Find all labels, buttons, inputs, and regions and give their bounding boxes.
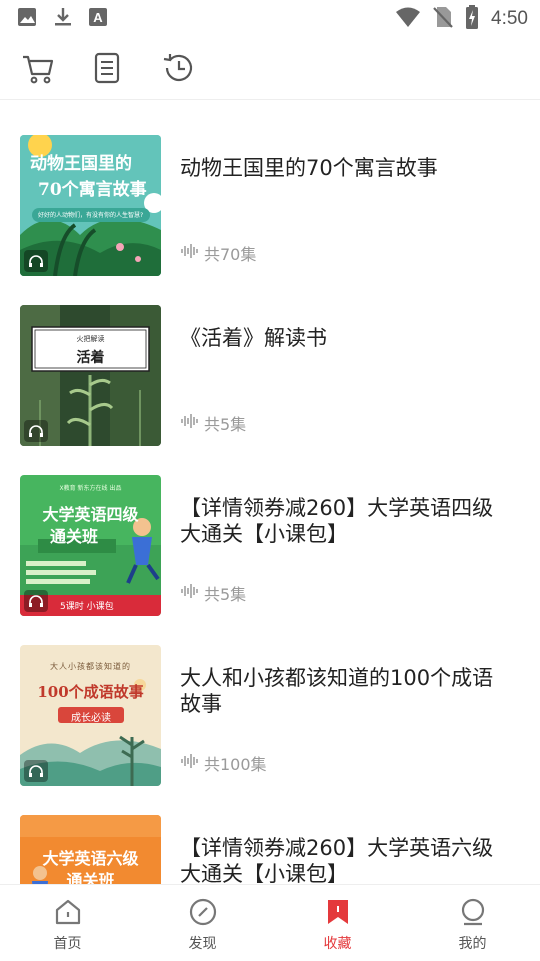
list-item[interactable]: 大人小孩都该知道的 100个成语故事 成长必读 大人和小孩都该知道的100个成语… [0, 645, 540, 815]
wifi-icon [395, 6, 421, 32]
cover-banner: 好好的人动物们，有没有你的人生智慧? [38, 212, 144, 219]
audio-wave-icon [180, 583, 198, 603]
headphone-icon [24, 420, 48, 442]
status-bar: A 4:50 [0, 0, 540, 36]
item-meta: 共5集 [180, 411, 246, 435]
headphone-icon [24, 760, 48, 782]
album-cover: X教育 新东方在线 出品 大学英语四级 通关班 5课时 小课包 [20, 475, 161, 616]
top-toolbar [0, 36, 540, 100]
download-icon [52, 6, 74, 32]
audio-wave-icon [180, 753, 198, 773]
profile-icon [458, 897, 488, 927]
history-icon[interactable] [160, 50, 196, 86]
cover-subheading: 通关班 [49, 527, 98, 546]
list-item[interactable]: X教育 新东方在线 出品 大学英语四级 通关班 5课时 小课包 【详情领券减26… [0, 475, 540, 645]
nav-label: 我的 [458, 936, 487, 952]
notes-icon[interactable] [89, 50, 125, 86]
no-sim-icon [433, 6, 453, 32]
audio-wave-icon [180, 243, 198, 263]
nav-home[interactable]: 首页 [0, 885, 135, 961]
cover-subheading: 70个寓言故事 [38, 180, 147, 200]
nav-favorites[interactable]: 收藏 [270, 885, 405, 961]
episode-count: 共70集 [204, 245, 257, 264]
album-cover: 火把解读 活着 [20, 305, 161, 446]
svg-text:A: A [93, 10, 103, 25]
cover-heading: 动物王国里的 [30, 154, 132, 174]
cover-footer: 5课时 小课包 [60, 602, 114, 612]
text-a-icon: A [88, 7, 108, 31]
item-title: 【详情领券减260】大学英语六级大通关【小课包】 [180, 836, 494, 884]
episode-count: 共5集 [204, 585, 247, 604]
cover-heading: 大学英语四级 [42, 505, 139, 524]
episode-count: 共5集 [204, 415, 247, 434]
album-cover: 动物王国里的 70个寓言故事 好好的人动物们，有没有你的人生智慧? [20, 135, 161, 276]
episode-count: 共100集 [204, 755, 267, 774]
nav-label: 收藏 [323, 936, 352, 952]
cover-subheading: 通关班 [66, 871, 115, 884]
headphone-icon [24, 250, 48, 272]
cover-heading: 活着 [76, 350, 105, 366]
favorites-list: 动物王国里的 70个寓言故事 好好的人动物们，有没有你的人生智慧? 动物王国里的… [0, 100, 540, 884]
nav-label: 发现 [188, 936, 217, 952]
compass-icon [188, 897, 218, 927]
cover-top-label: 大人小孩都该知道的 [50, 662, 131, 671]
cover-heading: 大学英语六级 [42, 849, 139, 868]
list-item[interactable]: 动物王国里的 70个寓言故事 好好的人动物们，有没有你的人生智慧? 动物王国里的… [0, 135, 540, 305]
cover-top-label: X教育 新东方在线 出品 [59, 485, 122, 492]
item-title: 大人和小孩都该知道的100个成语故事 [180, 666, 494, 716]
home-icon [53, 897, 83, 927]
list-item[interactable]: 大学英语六级 通关班 【详情领券减260】大学英语六级大通关【小课包】 [0, 815, 540, 884]
item-meta: 共5集 [180, 581, 246, 605]
item-title: 《活着》解读书 [180, 326, 327, 350]
cover-subheading: 成长必读 [71, 713, 111, 724]
item-meta: 共70集 [180, 241, 256, 265]
audio-wave-icon [180, 413, 198, 433]
headphone-icon [24, 590, 48, 612]
nav-label: 首页 [53, 936, 82, 952]
list-item[interactable]: 火把解读 活着 《活着》解读书 共5集 [0, 305, 540, 475]
item-title: 【详情领券减260】大学英语四级大通关【小课包】 [180, 496, 494, 546]
cover-heading: 100个成语故事 [37, 683, 144, 701]
item-title: 动物王国里的70个寓言故事 [180, 156, 438, 180]
bookmark-icon [323, 897, 353, 927]
nav-discover[interactable]: 发现 [135, 885, 270, 961]
cart-icon[interactable] [20, 50, 56, 86]
bottom-navigation: 首页 发现 收藏 我的 [0, 884, 540, 960]
image-icon [16, 6, 38, 32]
status-time: 4:50 [491, 8, 528, 29]
battery-charging-icon [465, 5, 479, 33]
nav-profile[interactable]: 我的 [405, 885, 540, 961]
item-meta: 共100集 [180, 751, 267, 775]
cover-small-label: 火把解读 [76, 335, 105, 343]
album-cover: 大人小孩都该知道的 100个成语故事 成长必读 [20, 645, 161, 786]
album-cover: 大学英语六级 通关班 [20, 815, 161, 884]
